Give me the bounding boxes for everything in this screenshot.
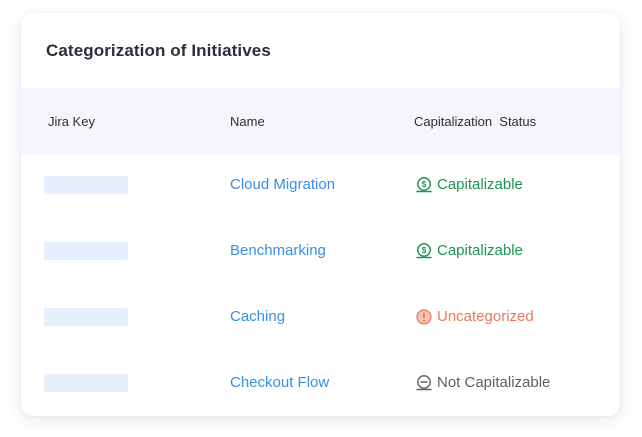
status-label: Uncategorized: [437, 308, 534, 325]
column-header-jira-key: Jira Key: [48, 114, 95, 129]
column-header-capitalization-status: Capitalization Status: [414, 114, 537, 129]
status-label: Not Capitalizable: [437, 374, 551, 391]
initiatives-card: Categorization of Initiatives Jira Key N…: [21, 13, 620, 416]
status-label: Capitalizable: [437, 242, 523, 259]
initiative-name-link[interactable]: Caching: [230, 307, 285, 327]
table-row: Checkout Flow Not Capitalizable: [21, 352, 620, 416]
jira-key-placeholder: [44, 374, 128, 392]
status-badge: $ Capitalizable: [415, 175, 523, 195]
status-badge: Not Capitalizable: [415, 373, 550, 393]
jira-key-placeholder: [44, 176, 128, 194]
card-title: Categorization of Initiatives: [46, 41, 271, 60]
dollar-coin-icon: $: [415, 176, 433, 194]
status-label: Capitalizable: [437, 176, 523, 193]
dollar-coin-icon: $: [415, 242, 433, 260]
jira-key-placeholder: [44, 242, 128, 260]
column-header-name: Name: [230, 114, 265, 129]
svg-text:$: $: [422, 246, 427, 255]
initiative-name-link[interactable]: Checkout Flow: [230, 373, 329, 393]
alert-circle-icon: [415, 308, 433, 326]
table-header: Jira Key Name Capitalization Status: [21, 88, 620, 154]
status-badge: Uncategorized: [415, 307, 534, 327]
minus-coin-icon: [415, 374, 433, 392]
table-row: Cloud Migration $ Capitalizable: [21, 154, 620, 220]
status-badge: $ Capitalizable: [415, 241, 523, 261]
jira-key-placeholder: [44, 308, 128, 326]
initiative-name-link[interactable]: Cloud Migration: [230, 175, 335, 195]
table-row: Benchmarking $ Capitalizable: [21, 220, 620, 286]
initiative-name-link[interactable]: Benchmarking: [230, 241, 326, 261]
svg-text:$: $: [422, 180, 427, 189]
table-row: Caching Uncategorized: [21, 286, 620, 352]
